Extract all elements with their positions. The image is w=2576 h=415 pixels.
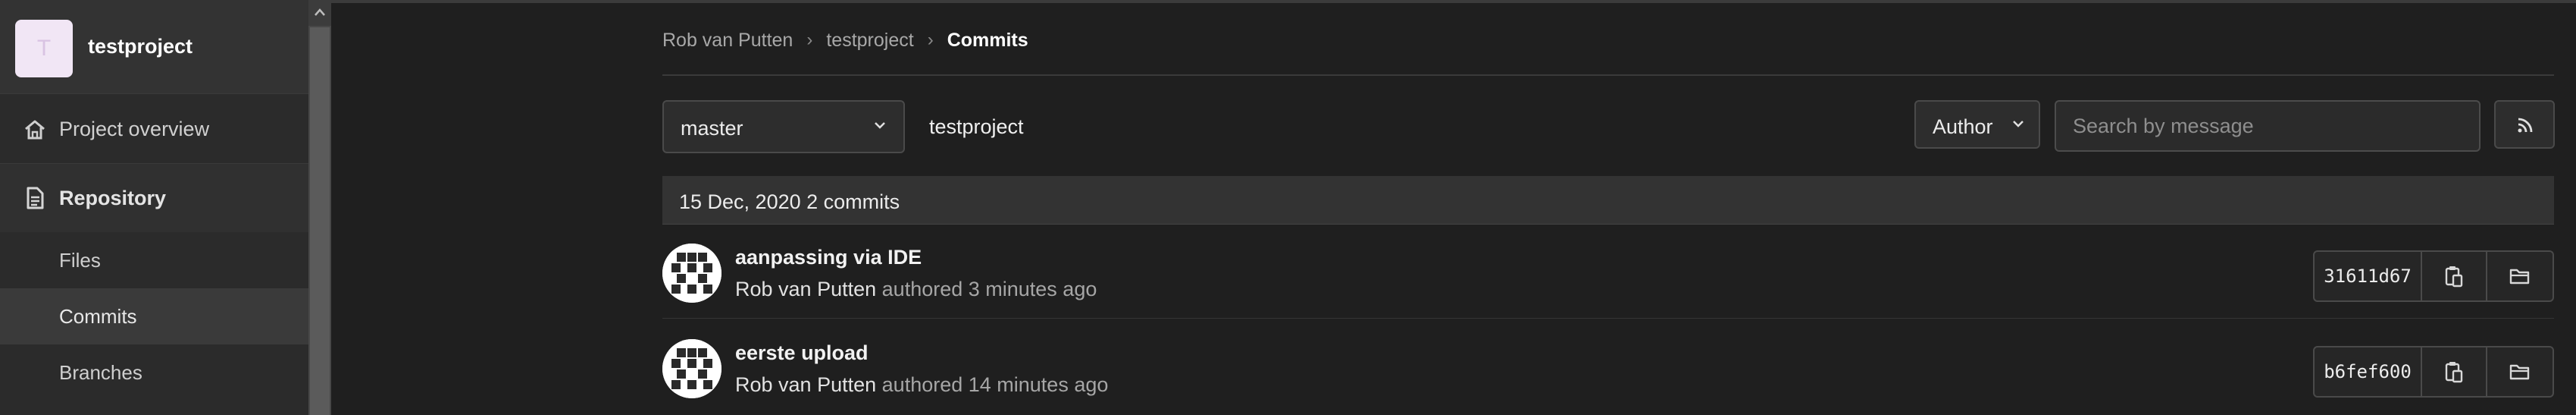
sidebar-item-label: Project overview	[59, 118, 210, 140]
document-icon	[27, 187, 44, 209]
author-filter-dropdown[interactable]: Author	[1914, 100, 2040, 149]
sidebar-item-project-overview[interactable]: Project overview	[0, 96, 308, 164]
chevron-down-icon	[875, 122, 885, 129]
clipboard-icon	[2445, 266, 2463, 288]
breadcrumb: Rob van Putten › testproject › Commits	[662, 27, 1028, 53]
identicon-avatar-icon	[662, 244, 721, 303]
rss-icon	[2518, 118, 2533, 133]
commit-actions: 31611d67	[2313, 250, 2554, 302]
browse-files-button[interactable]	[2487, 252, 2553, 300]
commit-title-link[interactable]: aanpassing via IDE	[735, 246, 922, 269]
sidebar-item-repository[interactable]: Repository	[0, 164, 308, 232]
branch-dropdown-value: master	[681, 117, 743, 140]
browse-files-button[interactable]	[2487, 347, 2553, 396]
commit-row: eerste upload Rob van Putten authored 14…	[662, 320, 2554, 414]
commit-author-link[interactable]: Rob van Putten	[735, 373, 876, 396]
search-input[interactable]	[2055, 100, 2481, 152]
branch-dropdown[interactable]: master	[662, 100, 905, 153]
sidebar-subitem-label: Files	[59, 249, 101, 272]
app-window: T testproject Project overview Repositor…	[0, 0, 2576, 415]
breadcrumb-link-project[interactable]: testproject	[826, 30, 913, 52]
avatar[interactable]	[662, 244, 721, 303]
clipboard-icon	[2445, 362, 2463, 383]
chevron-up-icon	[315, 8, 325, 16]
sidebar-subitem-branches[interactable]: Branches	[0, 344, 308, 401]
avatar[interactable]	[662, 339, 721, 398]
commit-day-header-text: 15 Dec, 2020 2 commits	[679, 190, 900, 213]
chevron-down-icon	[2013, 121, 2024, 127]
home-icon	[25, 120, 45, 139]
sidebar-scrollbar[interactable]	[308, 0, 331, 415]
folder-open-icon	[2509, 269, 2530, 285]
sidebar-subitem-commits[interactable]: Commits	[0, 288, 308, 344]
copy-sha-button[interactable]	[2422, 252, 2487, 300]
commit-author-link[interactable]: Rob van Putten	[735, 278, 876, 300]
sidebar-subitem-label: Branches	[59, 361, 142, 384]
sidebar: T testproject Project overview Repositor…	[0, 0, 308, 415]
project-avatar: T	[15, 20, 73, 77]
scrollbar-thumb[interactable]	[310, 27, 330, 415]
project-path: testproject	[929, 115, 1024, 138]
divider	[662, 74, 2554, 76]
breadcrumb-separator: ›	[806, 30, 813, 50]
commit-title-link[interactable]: eerste upload	[735, 341, 869, 365]
sidebar-project-header[interactable]: T testproject	[0, 0, 308, 94]
commit-meta: Rob van Putten authored 14 minutes ago	[735, 373, 1108, 397]
commit-time: authored 14 minutes ago	[881, 373, 1109, 396]
breadcrumb-link-owner[interactable]: Rob van Putten	[662, 30, 793, 52]
rss-feed-button[interactable]	[2494, 100, 2555, 149]
commit-row: aanpassing via IDE Rob van Putten author…	[662, 225, 2554, 319]
commit-sha-button[interactable]: 31611d67	[2315, 252, 2422, 300]
scroll-up-arrow[interactable]	[308, 0, 331, 26]
top-border	[331, 0, 2576, 3]
copy-sha-button[interactable]	[2422, 347, 2487, 396]
author-filter-label: Author	[1933, 115, 1993, 138]
commit-meta: Rob van Putten authored 3 minutes ago	[735, 278, 1097, 301]
sidebar-subitem-files[interactable]: Files	[0, 232, 308, 288]
commit-time: authored 3 minutes ago	[881, 278, 1097, 300]
commit-actions: b6fef600	[2313, 346, 2554, 398]
sidebar-item-label: Repository	[59, 186, 167, 209]
breadcrumb-separator: ›	[927, 30, 934, 50]
identicon-avatar-icon	[662, 339, 721, 398]
project-name: testproject	[88, 35, 193, 58]
breadcrumb-current[interactable]: Commits	[947, 30, 1028, 52]
commit-sha-button[interactable]: b6fef600	[2315, 347, 2422, 396]
commit-day-header: 15 Dec, 2020 2 commits	[662, 176, 2554, 225]
folder-open-icon	[2509, 364, 2530, 380]
sidebar-subitem-label: Commits	[59, 305, 137, 328]
